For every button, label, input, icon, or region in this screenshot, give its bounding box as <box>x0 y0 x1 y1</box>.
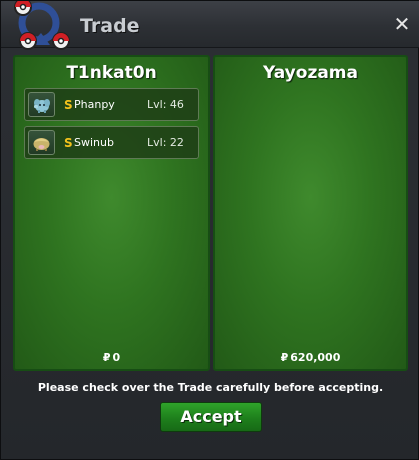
close-button[interactable]: ✕ <box>392 14 412 34</box>
right-money-value: 620,000 <box>290 351 341 364</box>
shiny-indicator: S <box>64 98 73 112</box>
left-trader-panel: T1nkat0n S Phanpy Lvl: 46 S Swinub Lvl: … <box>13 55 210 371</box>
swinub-icon <box>28 130 55 155</box>
trade-pokemon-slot[interactable]: S Phanpy Lvl: 46 <box>24 88 199 121</box>
trade-pokemon-slot[interactable]: S Swinub Lvl: 22 <box>24 126 199 159</box>
pokeball-logo-icon <box>14 1 70 50</box>
pokemon-level: Lvl: 22 <box>147 136 184 149</box>
left-trader-name: T1nkat0n <box>66 63 157 83</box>
title-bar[interactable]: Trade ✕ <box>1 1 419 50</box>
trade-window: Trade ✕ T1nkat0n S Phanpy Lvl: 46 S Swin… <box>0 0 419 460</box>
right-trader-panel: Yayozama ₽620,000 <box>213 55 408 371</box>
pokemon-name: Swinub <box>74 136 114 149</box>
pokemon-name: Phanpy <box>74 98 115 111</box>
right-trader-money: ₽620,000 <box>215 351 406 364</box>
shiny-indicator: S <box>64 136 73 150</box>
left-trader-money: ₽0 <box>15 351 208 364</box>
left-money-value: 0 <box>112 351 121 364</box>
pokemon-level: Lvl: 46 <box>147 98 184 111</box>
right-trader-name: Yayozama <box>262 63 358 83</box>
window-title: Trade <box>80 15 140 37</box>
close-icon: ✕ <box>393 12 411 36</box>
phanpy-icon <box>28 92 55 117</box>
pokedollar-icon: ₽ <box>102 351 111 364</box>
trade-notice: Please check over the Trade carefully be… <box>37 381 384 394</box>
pokedollar-icon: ₽ <box>280 351 289 364</box>
accept-button[interactable]: Accept <box>160 402 262 432</box>
